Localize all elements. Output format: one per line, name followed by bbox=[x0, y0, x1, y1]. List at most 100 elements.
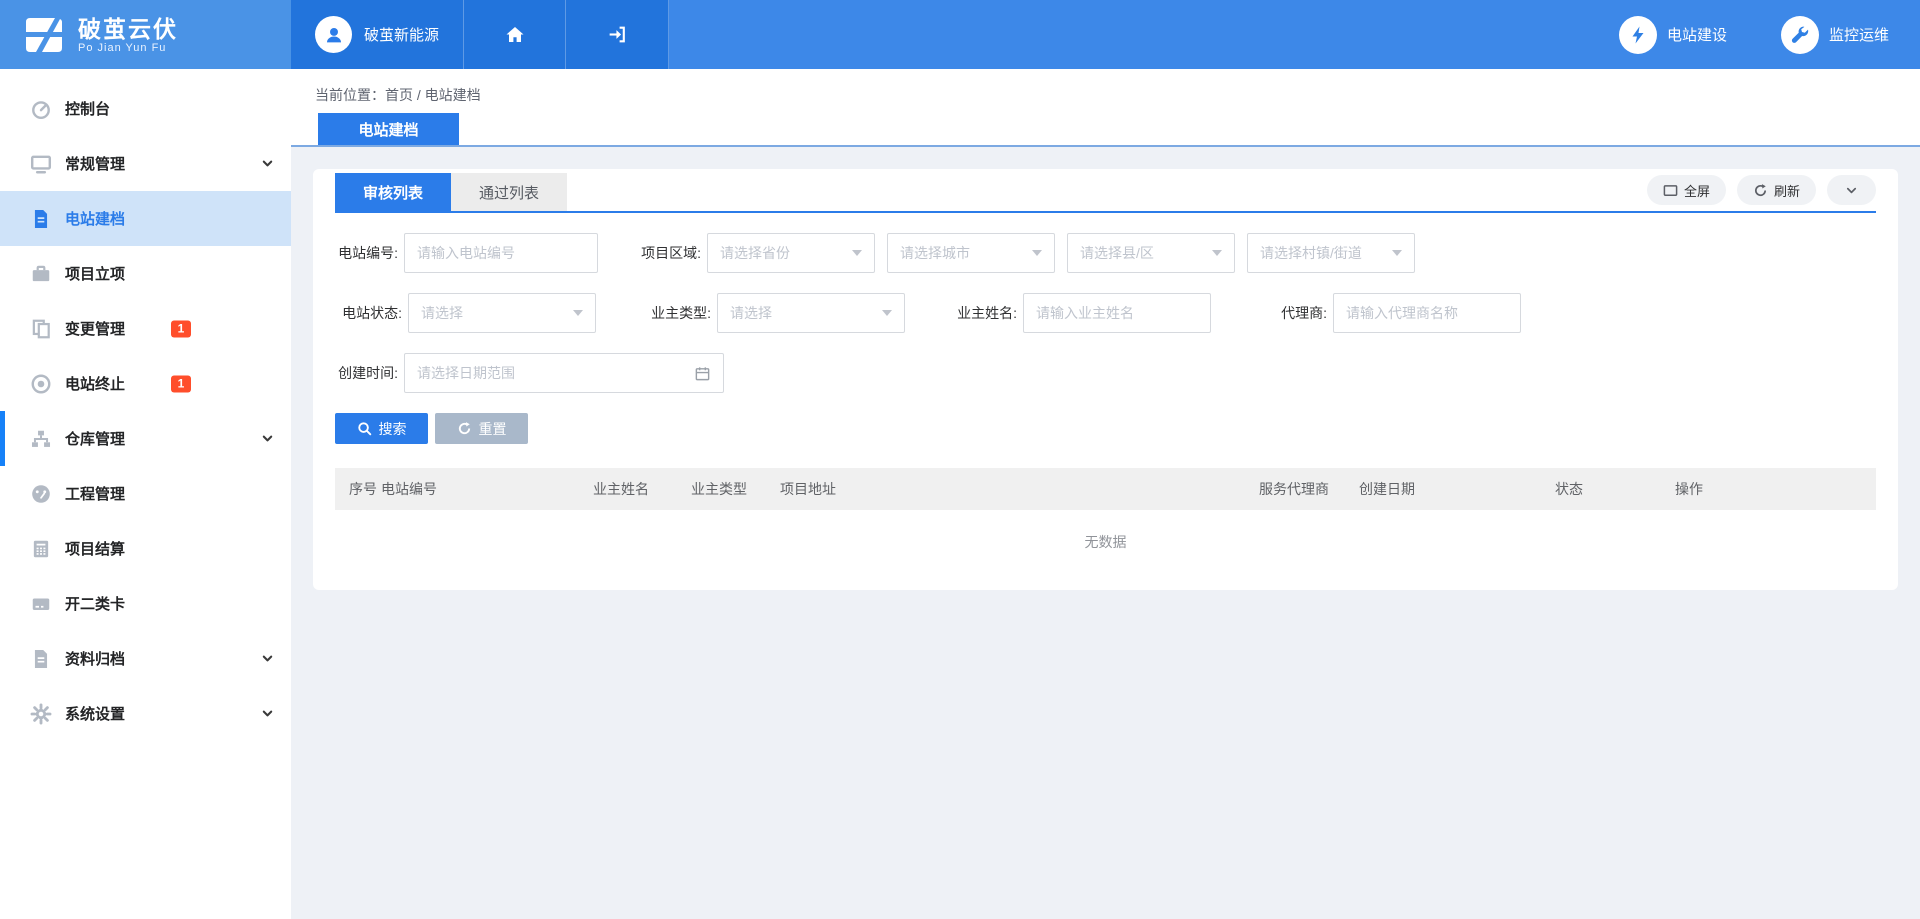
owner-name-input[interactable] bbox=[1036, 305, 1198, 321]
col-status: 状态 bbox=[1555, 479, 1675, 499]
reset-button[interactable]: 重置 bbox=[435, 413, 528, 444]
sidebar-item-station-termination[interactable]: 电站终止 1 bbox=[0, 356, 291, 411]
tab-review-list[interactable]: 审核列表 bbox=[335, 173, 451, 211]
notification-badge: 1 bbox=[171, 375, 191, 392]
fullscreen-icon bbox=[1663, 183, 1678, 198]
fullscreen-button[interactable]: 全屏 bbox=[1647, 175, 1726, 205]
calculator-icon bbox=[30, 538, 52, 560]
tab-passed-list[interactable]: 通过列表 bbox=[451, 173, 567, 211]
agent-field[interactable] bbox=[1333, 293, 1521, 333]
search-button[interactable]: 搜索 bbox=[335, 413, 428, 444]
sidebar-item-project-initiation[interactable]: 项目立项 bbox=[0, 246, 291, 301]
town-placeholder: 请选择村镇/街道 bbox=[1260, 243, 1384, 263]
home-icon bbox=[505, 25, 525, 45]
caret-down-icon bbox=[573, 310, 583, 316]
chevron-down-icon bbox=[261, 157, 274, 170]
refresh-icon bbox=[1753, 183, 1768, 198]
sidebar-label: 项目结算 bbox=[65, 538, 125, 559]
main-area: 当前位置：首页 / 电站建档 电站建档 审核列表 通过列表 bbox=[291, 69, 1920, 919]
header-logout-button[interactable] bbox=[566, 0, 669, 69]
town-select[interactable]: 请选择村镇/街道 bbox=[1247, 233, 1415, 273]
sidebar: 控制台 常规管理 电站建档 项 bbox=[0, 69, 291, 919]
filter-actions: 搜索 重置 bbox=[335, 413, 1876, 444]
collapse-button[interactable] bbox=[1827, 175, 1876, 205]
sidebar-label: 电站终止 bbox=[65, 373, 125, 394]
caret-down-icon bbox=[1032, 250, 1042, 256]
sidebar-label: 常规管理 bbox=[65, 153, 125, 174]
refresh-button[interactable]: 刷新 bbox=[1737, 175, 1816, 205]
caret-down-icon bbox=[852, 250, 862, 256]
station-no-field[interactable] bbox=[404, 233, 598, 273]
target-icon bbox=[30, 373, 52, 395]
brand-text: 破茧云伏 Po Jian Yun Fu bbox=[78, 16, 178, 54]
card-icon bbox=[30, 593, 52, 615]
sidebar-item-project-settlement[interactable]: 项目结算 bbox=[0, 521, 291, 576]
monitor-icon bbox=[30, 153, 52, 175]
sidebar-item-console[interactable]: 控制台 bbox=[0, 81, 291, 136]
menu-monitor-ops-label: 监控运维 bbox=[1829, 24, 1889, 45]
province-placeholder: 请选择省份 bbox=[720, 243, 844, 263]
menu-station-build-label: 电站建设 bbox=[1667, 24, 1727, 45]
sidebar-item-type2-card[interactable]: 开二类卡 bbox=[0, 576, 291, 631]
sidebar-label: 资料归档 bbox=[65, 648, 125, 669]
owner-type-placeholder: 请选择 bbox=[730, 303, 874, 323]
dashboard-icon bbox=[30, 98, 52, 120]
table-header-row: 序号 电站编号 业主姓名 业主类型 项目地址 服务代理商 创建日期 状态 操作 bbox=[335, 468, 1876, 510]
chevron-down-icon bbox=[1845, 184, 1858, 197]
breadcrumb-prefix: 当前位置： bbox=[315, 87, 385, 103]
reset-label: 重置 bbox=[479, 419, 507, 439]
document-icon bbox=[30, 208, 52, 230]
sidebar-label: 工程管理 bbox=[65, 483, 125, 504]
search-label: 搜索 bbox=[379, 419, 407, 439]
sidebar-item-data-archive[interactable]: 资料归档 bbox=[0, 631, 291, 686]
col-actions: 操作 bbox=[1675, 479, 1876, 499]
menu-monitor-ops[interactable]: 监控运维 bbox=[1781, 16, 1889, 54]
breadcrumb-home-link[interactable]: 首页 bbox=[385, 87, 413, 103]
refresh-label: 刷新 bbox=[1774, 181, 1800, 200]
col-index: 序号 bbox=[349, 479, 381, 499]
date-range-picker[interactable]: 请选择日期范围 bbox=[404, 353, 724, 393]
user-name: 破茧新能源 bbox=[364, 24, 439, 45]
station-no-input[interactable] bbox=[417, 245, 585, 261]
avatar[interactable] bbox=[315, 16, 352, 53]
filter-row-3: 创建时间: 请选择日期范围 bbox=[335, 353, 1876, 393]
filter-row-2: 电站状态: 请选择 业主类型: 请选择 业主姓名: bbox=[335, 293, 1876, 333]
header-user-section[interactable]: 破茧新能源 bbox=[291, 0, 464, 69]
header-right-menu: 电站建设 监控运维 bbox=[669, 0, 1920, 69]
wrench-icon bbox=[1781, 16, 1819, 54]
station-status-placeholder: 请选择 bbox=[421, 303, 565, 323]
copy-pages-icon bbox=[30, 318, 52, 340]
owner-type-select[interactable]: 请选择 bbox=[717, 293, 905, 333]
county-select[interactable]: 请选择县/区 bbox=[1067, 233, 1235, 273]
app-window: 破茧云伏 Po Jian Yun Fu 破茧新能源 bbox=[0, 0, 1920, 919]
sidebar-item-general-management[interactable]: 常规管理 bbox=[0, 136, 291, 191]
panel-tabs-row: 审核列表 通过列表 全屏 bbox=[335, 173, 1876, 213]
solar-logo-icon bbox=[22, 15, 66, 55]
calendar-icon bbox=[694, 365, 711, 382]
sidebar-item-change-management[interactable]: 变更管理 1 bbox=[0, 301, 291, 356]
filter-row-1: 电站编号: 项目区域: 请选择省份 请选择城市 bbox=[335, 233, 1876, 273]
sidebar-item-system-settings[interactable]: 系统设置 bbox=[0, 686, 291, 741]
date-range-placeholder: 请选择日期范围 bbox=[417, 363, 694, 383]
menu-station-build[interactable]: 电站建设 bbox=[1619, 16, 1727, 54]
briefcase-icon bbox=[30, 263, 52, 285]
col-project-address: 项目地址 bbox=[780, 479, 1259, 499]
owner-name-field[interactable] bbox=[1023, 293, 1211, 333]
sidebar-item-station-archive[interactable]: 电站建档 bbox=[0, 191, 291, 246]
page-tab-station-archive[interactable]: 电站建档 bbox=[318, 113, 459, 145]
agent-input[interactable] bbox=[1346, 305, 1508, 321]
region-select-group: 请选择省份 请选择城市 请选择县/区 bbox=[707, 233, 1415, 273]
province-select[interactable]: 请选择省份 bbox=[707, 233, 875, 273]
gear-icon bbox=[30, 703, 52, 725]
content-area: 审核列表 通过列表 全屏 bbox=[291, 147, 1920, 919]
caret-down-icon bbox=[882, 310, 892, 316]
sidebar-label: 项目立项 bbox=[65, 263, 125, 284]
station-status-select[interactable]: 请选择 bbox=[408, 293, 596, 333]
header-home-button[interactable] bbox=[464, 0, 566, 69]
city-select[interactable]: 请选择城市 bbox=[887, 233, 1055, 273]
breadcrumb-bar: 当前位置：首页 / 电站建档 电站建档 bbox=[291, 69, 1920, 147]
breadcrumb-separator: / bbox=[413, 87, 425, 103]
sidebar-item-warehouse-management[interactable]: 仓库管理 bbox=[0, 411, 291, 466]
user-avatar-icon bbox=[323, 24, 345, 46]
sidebar-item-engineering-management[interactable]: 工程管理 bbox=[0, 466, 291, 521]
